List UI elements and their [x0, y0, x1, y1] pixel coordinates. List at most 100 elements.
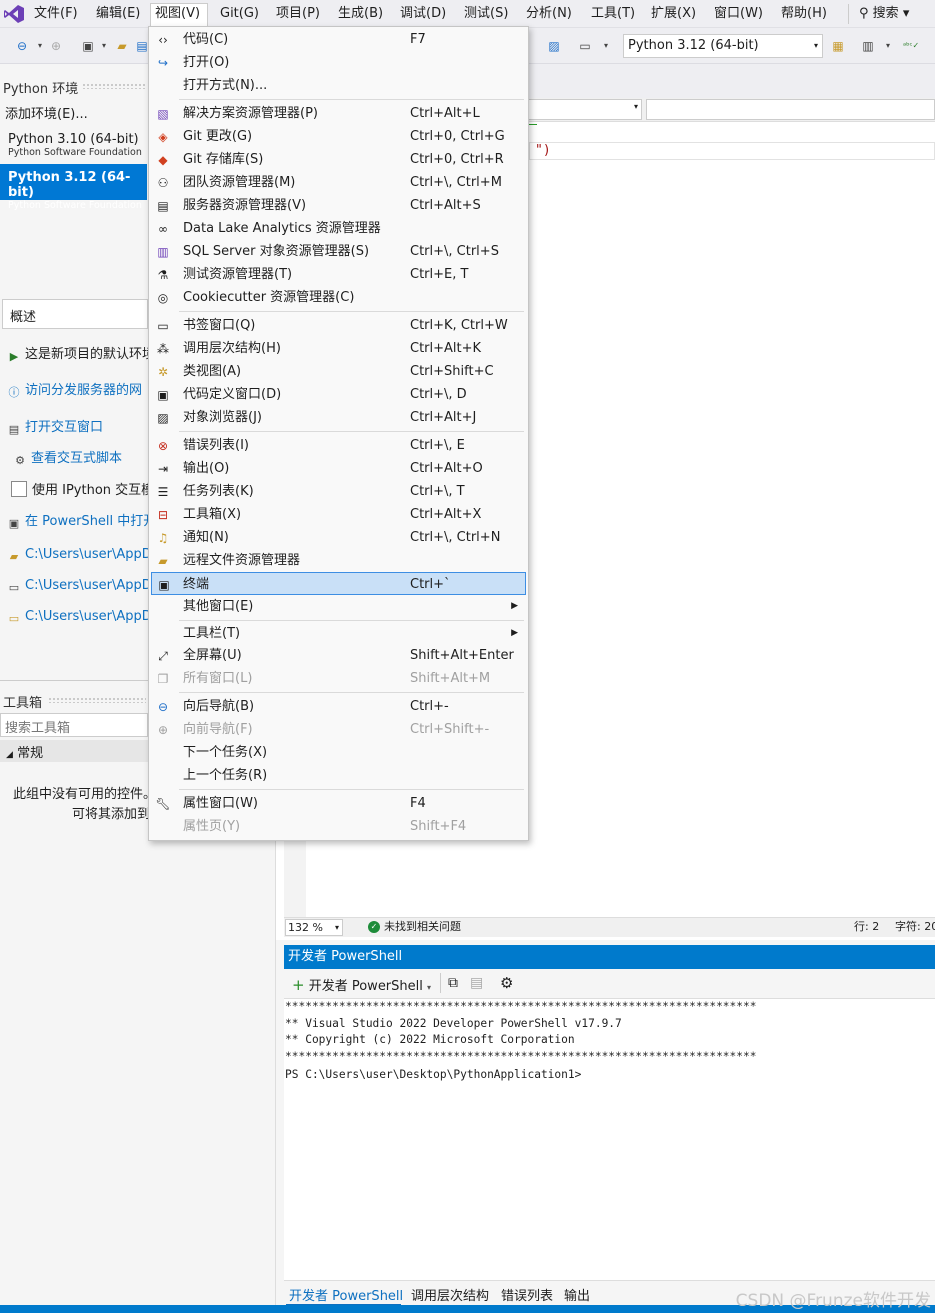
menu-analyze[interactable]: 分析(N)	[522, 4, 576, 24]
menu-item-object-browser[interactable]: ▨ 对象浏览器(J) Ctrl+Alt+J	[151, 406, 526, 429]
menu-item-other-windows[interactable]: 其他窗口(E) ▶	[151, 595, 526, 618]
path-link[interactable]: ▭ C:\Users\user\AppD	[7, 609, 152, 626]
menu-item-navigate-back[interactable]: ⊖ 向后导航(B) Ctrl+-	[151, 695, 526, 718]
menu-item-toolbars[interactable]: 工具栏(T) ▶	[151, 622, 526, 645]
spell-check-icon[interactable]: ᵃᵇᶜ✓	[903, 38, 919, 54]
copy-icon[interactable]: ⧉	[448, 975, 458, 991]
panel-dropdown-icon[interactable]: ▾	[880, 38, 896, 54]
add-environment-link[interactable]: 添加环境(E)...	[5, 103, 88, 122]
menu-item-remote-file-explorer[interactable]: ▰ 远程文件资源管理器	[151, 549, 526, 572]
menu-item-test-explorer[interactable]: ⚗ 测试资源管理器(T) Ctrl+E, T	[151, 263, 526, 286]
path-link[interactable]: ▭ C:\Users\user\AppD	[7, 578, 152, 595]
menu-item-navigate-forward[interactable]: ⊕ 向前导航(F) Ctrl+Shift+-	[151, 718, 526, 741]
tab-error-list[interactable]: 错误列表	[501, 1285, 553, 1304]
window-layout-icon[interactable]: ▭	[577, 38, 593, 54]
new-project-icon[interactable]: ▣	[80, 38, 96, 54]
menu-item-full-screen[interactable]: ⤢ 全屏幕(U) Shift+Alt+Enter	[151, 644, 526, 667]
panel-layout-icon[interactable]: ▥	[860, 38, 876, 54]
menu-extensions[interactable]: 扩展(X)	[647, 4, 700, 24]
menu-item-output[interactable]: ⇥ 输出(O) Ctrl+Alt+O	[151, 457, 526, 480]
path-text: C:\Users\user\AppD	[25, 609, 152, 624]
menu-item-data-lake[interactable]: ∞ Data Lake Analytics 资源管理器	[151, 217, 526, 240]
char-number[interactable]: 字符: 20	[895, 918, 935, 936]
menu-project[interactable]: 项目(P)	[272, 4, 324, 24]
submenu-arrow-icon: ▶	[511, 601, 518, 611]
menu-item-call-hierarchy[interactable]: ⁂ 调用层次结构(H) Ctrl+Alt+K	[151, 337, 526, 360]
back-dropdown-icon[interactable]: ▾	[32, 38, 48, 54]
menu-item-error-list[interactable]: ⊗ 错误列表(I) Ctrl+\, E	[151, 434, 526, 457]
menu-git[interactable]: Git(G)	[216, 4, 263, 24]
package-icon[interactable]: ▦	[830, 38, 846, 54]
menu-item-task-list[interactable]: ☰ 任务列表(K) Ctrl+\, T	[151, 480, 526, 503]
menu-build[interactable]: 生成(B)	[334, 4, 387, 24]
toolbox-grip[interactable]	[48, 697, 146, 703]
menu-edit[interactable]: 编辑(E)	[92, 4, 144, 24]
menu-item-cookiecutter[interactable]: ◎ Cookiecutter 资源管理器(C)	[151, 286, 526, 309]
new-dropdown-icon[interactable]: ▾	[96, 38, 112, 54]
menu-item-code-definition[interactable]: ▣ 代码定义窗口(D) Ctrl+\, D	[151, 383, 526, 406]
menu-debug[interactable]: 调试(D)	[396, 4, 450, 24]
menu-item-git-changes[interactable]: ◈ Git 更改(G) Ctrl+0, Ctrl+G	[151, 125, 526, 148]
visual-studio-logo-icon[interactable]	[3, 4, 25, 24]
paste-icon[interactable]: ▤	[470, 975, 483, 991]
menu-view[interactable]: 视图(V)	[150, 3, 208, 27]
panel-grip[interactable]	[82, 83, 146, 89]
powershell-terminal[interactable]: ****************************************…	[284, 999, 935, 1280]
find-in-files-icon[interactable]: ▨	[546, 38, 562, 54]
overview-select[interactable]: 概述	[2, 299, 148, 329]
nav-scope-select[interactable]	[646, 99, 935, 120]
menu-help[interactable]: 帮助(H)	[777, 4, 831, 24]
menu-item-terminal[interactable]: ▣ 终端 Ctrl+`	[151, 572, 526, 595]
menu-window[interactable]: 窗口(W)	[710, 4, 767, 24]
path-link[interactable]: ▰ C:\Users\user\AppD	[7, 547, 152, 564]
menu-item-notifications[interactable]: ♫ 通知(N) Ctrl+\, Ctrl+N	[151, 526, 526, 549]
menu-item-sql-server[interactable]: ▥ SQL Server 对象资源管理器(S) Ctrl+\, Ctrl+S	[151, 240, 526, 263]
menu-file[interactable]: 文件(F)	[30, 4, 82, 24]
menu-item-open[interactable]: ↪ 打开(O)	[151, 51, 526, 74]
menu-item-toolbox[interactable]: ⊟ 工具箱(X) Ctrl+Alt+X	[151, 503, 526, 526]
line-number[interactable]: 行: 2	[854, 918, 879, 936]
use-ipython-checkbox[interactable]	[11, 481, 27, 497]
menu-item-label: Cookiecutter 资源管理器(C)	[183, 290, 355, 305]
tab-call-hierarchy[interactable]: 调用层次结构	[411, 1285, 489, 1304]
menu-item-class-view[interactable]: ✲ 类视图(A) Ctrl+Shift+C	[151, 360, 526, 383]
menu-item-solution-explorer[interactable]: ▧ 解决方案资源管理器(P) Ctrl+Alt+L	[151, 102, 526, 125]
menu-test[interactable]: 测试(S)	[460, 4, 512, 24]
toolbox-group-general[interactable]: ◢ 常规	[0, 740, 148, 762]
tab-output[interactable]: 输出	[564, 1285, 590, 1304]
menu-item-label: 终端	[183, 577, 210, 592]
menu-item-properties-window[interactable]: 🔧︎ 属性窗口(W) F4	[151, 792, 526, 815]
open-interactive-link[interactable]: ▤ 打开交互窗口	[7, 416, 103, 437]
menu-tools[interactable]: 工具(T)	[587, 4, 639, 24]
nav-member-select[interactable]: ▾	[522, 99, 642, 120]
menu-item-previous-task[interactable]: 上一个任务(R)	[151, 764, 526, 787]
tab-developer-powershell[interactable]: 开发者 PowerShell	[289, 1285, 403, 1304]
python-environment-select[interactable]: Python 3.12 (64-bit) ▾	[623, 34, 823, 58]
default-flag-icon: ▶	[9, 350, 19, 363]
layout-dropdown-icon[interactable]: ▾	[598, 38, 614, 54]
search-button[interactable]: ⚲ 搜索 ▾	[855, 4, 913, 24]
menu-item-bookmark[interactable]: ▭ 书签窗口(Q) Ctrl+K, Ctrl+W	[151, 314, 526, 337]
new-powershell-button[interactable]: + 开发者 PowerShell ▾	[292, 975, 431, 994]
zoom-select[interactable]: 132 % ▾	[285, 919, 343, 936]
menu-item-git-repository[interactable]: ◆ Git 存储库(S) Ctrl+0, Ctrl+R	[151, 148, 526, 171]
env-item-python312[interactable]: Python 3.12 (64-bit) Python Software Fou…	[0, 164, 147, 211]
view-scripts-link[interactable]: ⚙ 查看交互式脚本	[13, 447, 122, 468]
back-icon[interactable]: ⊖	[14, 38, 30, 54]
menu-item-all-windows[interactable]: ❐ 所有窗口(L) Shift+Alt+M	[151, 667, 526, 690]
menu-item-team-explorer[interactable]: ⚇ 团队资源管理器(M) Ctrl+\, Ctrl+M	[151, 171, 526, 194]
menu-item-open-with[interactable]: 打开方式(N)...	[151, 74, 526, 97]
menu-item-server-explorer[interactable]: ▤ 服务器资源管理器(V) Ctrl+Alt+S	[151, 194, 526, 217]
visit-distributor-link[interactable]: ⓘ 访问分发服务器的网	[7, 379, 143, 400]
menu-item-code[interactable]: ‹› 代码(C) F7	[151, 28, 526, 51]
issues-status[interactable]: 未找到相关问题	[384, 918, 461, 936]
settings-gear-icon[interactable]: ⚙	[500, 974, 513, 992]
open-folder-icon[interactable]: ▰	[114, 38, 130, 54]
code-text[interactable]: ")	[535, 143, 551, 158]
menu-item-next-task[interactable]: 下一个任务(X)	[151, 741, 526, 764]
toolbox-search-input[interactable]: 搜索工具箱	[0, 713, 148, 737]
env-item-python310[interactable]: Python 3.10 (64-bit) Python Software Fou…	[0, 126, 147, 162]
forward-icon[interactable]: ⊕	[48, 38, 64, 54]
open-in-powershell-link[interactable]: ▣ 在 PowerShell 中打开	[7, 510, 157, 531]
menu-item-property-pages[interactable]: 属性页(Y) Shift+F4	[151, 815, 526, 838]
